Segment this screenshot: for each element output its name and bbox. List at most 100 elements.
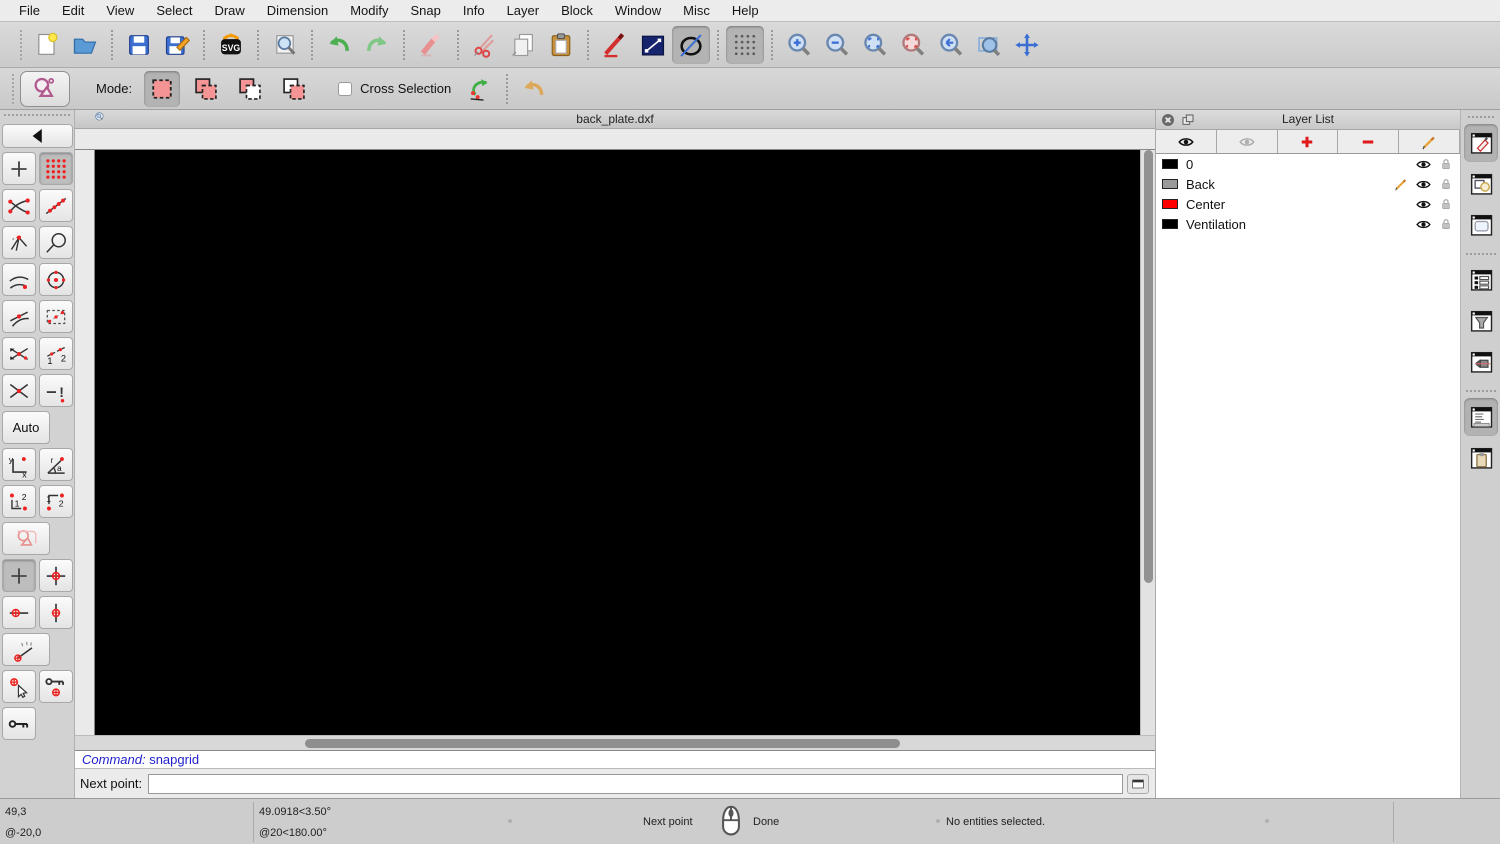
restrict-nothing-button[interactable] (2, 559, 36, 592)
svg-export-button[interactable]: SVG (212, 26, 250, 64)
menu-item-dimension[interactable]: Dimension (256, 0, 339, 22)
drawing-canvas[interactable] (95, 150, 1140, 735)
menu-item-info[interactable]: Info (452, 0, 496, 22)
layer-row-center[interactable]: Center (1156, 194, 1460, 214)
dock-command-widget-button[interactable] (1463, 398, 1498, 436)
undo-button[interactable] (320, 26, 358, 64)
zoom-pan-button[interactable] (1008, 26, 1046, 64)
vertical-scrollbar[interactable] (1140, 150, 1155, 735)
coord-relative-button[interactable]: 12 (2, 485, 36, 518)
save-button[interactable] (120, 26, 158, 64)
coord-cartesian-button[interactable]: yx (2, 448, 36, 481)
edit-layer-button[interactable] (1399, 130, 1460, 153)
snap-free-button[interactable] (2, 152, 36, 185)
layer-color-swatch[interactable] (1162, 179, 1178, 189)
save-as-button[interactable] (158, 26, 196, 64)
dock-drag-handle[interactable] (1467, 116, 1494, 118)
snap-perpendicular-button[interactable] (39, 226, 73, 259)
menu-item-block[interactable]: Block (550, 0, 604, 22)
layer-color-swatch[interactable] (1162, 219, 1178, 229)
snap-divide-button[interactable]: 12 (39, 337, 73, 370)
toolbar-drag-handle[interactable] (20, 29, 22, 60)
dock-block-widget-button[interactable] (1464, 165, 1498, 203)
restrict-horizontal-button[interactable] (2, 596, 36, 629)
layer-color-swatch[interactable] (1162, 199, 1178, 209)
add-layer-button[interactable] (1278, 130, 1339, 153)
dock-view-widget-button[interactable] (1464, 206, 1498, 244)
vertical-scrollbar-thumb[interactable] (1144, 150, 1153, 583)
command-window-button[interactable] (1127, 773, 1150, 794)
hide-all-layers-button[interactable] (1217, 130, 1278, 153)
snap-middle-button[interactable] (2, 300, 36, 333)
dock-library-widget-button[interactable] (1464, 343, 1498, 381)
mode-new-selection-button[interactable] (144, 70, 181, 107)
menu-item-view[interactable]: View (95, 0, 145, 22)
menu-item-layer[interactable]: Layer (496, 0, 551, 22)
menu-item-window[interactable]: Window (604, 0, 672, 22)
selection-order-button[interactable] (461, 70, 499, 108)
cross-selection-checkbox[interactable] (338, 81, 353, 96)
zoom-out-button[interactable] (818, 26, 856, 64)
snap-grid-button[interactable] (39, 152, 73, 185)
snap-restrict-button[interactable]: ! (39, 374, 73, 407)
new-document-button[interactable] (28, 26, 66, 64)
current-tool-button[interactable] (20, 70, 70, 107)
menu-item-edit[interactable]: Edit (51, 0, 95, 22)
print-preview-button[interactable] (266, 26, 304, 64)
restrict-vertical-button[interactable] (39, 596, 73, 629)
mode-invert-selection-button[interactable] (276, 71, 312, 107)
layer-row-0[interactable]: 0 (1156, 154, 1460, 174)
selection-restrict-button[interactable] (2, 522, 50, 555)
layer-panel-undock-icon[interactable] (1180, 112, 1196, 128)
lock-icon[interactable] (1438, 176, 1454, 192)
coord-polar-button[interactable]: ra (39, 448, 73, 481)
zoom-window-button[interactable] (970, 26, 1008, 64)
mode-add-selection-button[interactable] (188, 71, 224, 107)
layer-color-swatch[interactable] (1162, 159, 1178, 169)
eye-icon[interactable] (1415, 196, 1432, 213)
command-input[interactable] (148, 773, 1124, 794)
show-all-layers-button[interactable] (1156, 130, 1217, 153)
palette-drag-handle[interactable] (4, 114, 70, 120)
menu-item-draw[interactable]: Draw (203, 0, 255, 22)
snap-center-button[interactable] (39, 263, 73, 296)
menu-item-select[interactable]: Select (145, 0, 203, 22)
eye-icon[interactable] (1415, 176, 1432, 193)
set-angle-button[interactable] (2, 633, 50, 666)
toolbar-drag-handle[interactable] (12, 73, 14, 104)
layer-row-ventilation[interactable]: Ventilation (1156, 214, 1460, 234)
zoom-in-button[interactable] (780, 26, 818, 64)
coord-absolute-button[interactable]: 12 (39, 485, 73, 518)
dock-clipboard-widget-button[interactable] (1464, 439, 1498, 477)
horizontal-scrollbar-thumb[interactable] (305, 739, 900, 748)
snap-intersection-button[interactable] (2, 374, 36, 407)
cut-button[interactable] (466, 26, 504, 64)
relative-zero-lock-button[interactable] (2, 707, 36, 740)
snap-on-entity-button[interactable] (39, 189, 73, 222)
snap-tangential-button[interactable] (2, 263, 36, 296)
lock-icon[interactable] (1438, 156, 1454, 172)
restrict-orthogonal-button[interactable] (39, 559, 73, 592)
menu-item-snap[interactable]: Snap (400, 0, 452, 22)
open-document-button[interactable] (66, 26, 104, 64)
eye-icon[interactable] (1415, 156, 1432, 173)
lock-icon[interactable] (1438, 196, 1454, 212)
menu-item-modify[interactable]: Modify (339, 0, 399, 22)
snap-endpoints-button[interactable] (2, 189, 36, 222)
draw-freehand-button[interactable] (596, 26, 634, 64)
menu-item-help[interactable]: Help (721, 0, 770, 22)
horizontal-scrollbar[interactable]: 1 < 10 (75, 735, 1223, 751)
eye-icon[interactable] (1415, 216, 1432, 233)
palette-back-button[interactable] (2, 124, 73, 148)
undo-cycle-button[interactable] (515, 70, 553, 108)
mode-remove-selection-button[interactable] (232, 71, 268, 107)
delete-button[interactable] (412, 26, 450, 64)
lock-relative-zero-button[interactable] (39, 670, 73, 703)
zoom-redraw-button[interactable] (894, 26, 932, 64)
layer-row-back[interactable]: Back (1156, 174, 1460, 194)
snap-distance-button[interactable] (2, 226, 36, 259)
snap-grid-points-button[interactable] (39, 300, 73, 333)
dock-list-widget-button[interactable] (1464, 261, 1498, 299)
snap-selected-point-button[interactable] (2, 670, 36, 703)
redo-button[interactable] (358, 26, 396, 64)
